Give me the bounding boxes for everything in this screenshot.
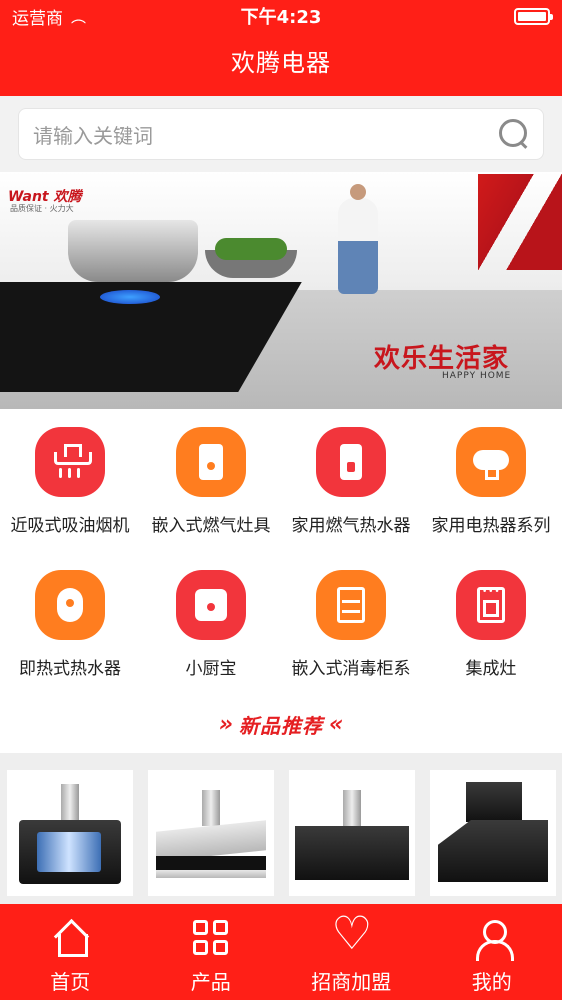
new-products-heading: » 新品推荐 « xyxy=(0,695,562,753)
user-icon xyxy=(472,918,514,961)
category-electric-heater[interactable]: 家用电热器系列 xyxy=(421,409,561,549)
range-hood-icon xyxy=(35,427,105,497)
category-gas-water-heater[interactable]: 家用燃气热水器 xyxy=(281,409,421,549)
banner-pot xyxy=(68,220,198,282)
instant-water-heater-icon xyxy=(35,570,105,640)
kitchen-heater-icon xyxy=(176,570,246,640)
category-label: 家用燃气热水器 xyxy=(291,516,411,536)
banner-tagline-en: HAPPY HOME xyxy=(442,371,512,381)
category-range-hood[interactable]: 近吸式吸油烟机 xyxy=(0,409,140,549)
clock: 下午4:23 xyxy=(240,7,322,28)
category-label: 集成灶 xyxy=(465,659,517,679)
promo-banner[interactable]: Want 欢腾 品质保证 · 火力大 欢乐生活家 HAPPY HOME xyxy=(0,172,562,409)
category-label: 小厨宝 xyxy=(185,659,237,679)
product-image xyxy=(466,782,522,822)
grid-icon xyxy=(191,918,231,958)
category-gas-stove[interactable]: 嵌入式燃气灶具 xyxy=(141,409,281,549)
product-image xyxy=(37,832,101,872)
banner-decoration xyxy=(478,174,562,270)
brand-subtitle: 品质保证 · 火力大 xyxy=(10,204,74,213)
battery-icon xyxy=(514,8,553,25)
product-image xyxy=(202,790,220,826)
tab-products[interactable]: 产品 xyxy=(141,904,282,1000)
product-card[interactable] xyxy=(430,770,556,896)
banner-tagline: 欢乐生活家 xyxy=(374,344,510,374)
banner-flame xyxy=(100,290,160,304)
category-label: 近吸式吸油烟机 xyxy=(10,516,130,536)
status-bar: 运营商 ︵ 下午4:23 xyxy=(0,0,562,32)
tab-franchise[interactable]: 招商加盟 xyxy=(281,904,422,1000)
gas-stove-icon xyxy=(176,427,246,497)
section-title: 新品推荐 xyxy=(239,713,323,738)
carrier-label: 运营商 xyxy=(12,8,63,29)
product-image xyxy=(156,856,266,870)
search-icon[interactable] xyxy=(499,119,529,149)
electric-water-heater-icon xyxy=(456,427,526,497)
tab-label: 我的 xyxy=(471,970,512,994)
chevron-right-icon: » xyxy=(218,711,233,737)
integrated-stove-icon xyxy=(456,570,526,640)
category-label: 嵌入式燃气灶具 xyxy=(151,516,271,536)
home-icon xyxy=(50,918,90,958)
category-label: 嵌入式消毒柜系 xyxy=(291,659,411,679)
page-title: 欢腾电器 xyxy=(231,49,331,77)
product-card[interactable] xyxy=(7,770,133,896)
tab-profile[interactable]: 我的 xyxy=(422,904,562,1000)
tab-label: 招商加盟 xyxy=(311,970,392,994)
wifi-icon: ︵ xyxy=(71,7,87,26)
category-disinfection-cabinet[interactable]: 嵌入式消毒柜系 xyxy=(281,552,421,692)
tab-label: 产品 xyxy=(190,970,231,994)
category-label: 家用电热器系列 xyxy=(431,516,551,536)
disinfection-cabinet-icon xyxy=(316,570,386,640)
banner-vegetables xyxy=(215,238,287,260)
app-header: 运营商 ︵ 下午4:23 欢腾电器 xyxy=(0,0,562,96)
tab-label: 首页 xyxy=(50,970,91,994)
bottom-tab-bar: 首页 产品 招商加盟 我的 xyxy=(0,904,562,1000)
chevron-left-icon: « xyxy=(329,711,344,737)
search-input[interactable]: 请输入关键词 xyxy=(18,108,544,160)
category-label: 即热式热水器 xyxy=(19,659,121,679)
product-image xyxy=(438,820,548,882)
search-placeholder: 请输入关键词 xyxy=(33,123,153,148)
tab-home[interactable]: 首页 xyxy=(0,904,141,1000)
search-area: 请输入关键词 xyxy=(0,96,562,172)
banner-person xyxy=(338,184,378,294)
category-instant-heater[interactable]: 即热式热水器 xyxy=(0,552,140,692)
product-card[interactable] xyxy=(148,770,274,896)
gas-water-heater-icon xyxy=(316,427,386,497)
handshake-heart-icon xyxy=(331,910,372,958)
product-image xyxy=(156,870,266,878)
category-kitchen-heater[interactable]: 小厨宝 xyxy=(141,552,281,692)
new-products-list xyxy=(0,753,562,904)
category-integrated-stove[interactable]: 集成灶 xyxy=(421,552,561,692)
product-image xyxy=(343,790,361,826)
product-image xyxy=(61,784,79,820)
product-image xyxy=(295,826,409,880)
product-card[interactable] xyxy=(289,770,415,896)
category-grid: 近吸式吸油烟机 嵌入式燃气灶具 家用燃气热水器 家用电热器系列 即热式热水器 小… xyxy=(0,409,562,695)
